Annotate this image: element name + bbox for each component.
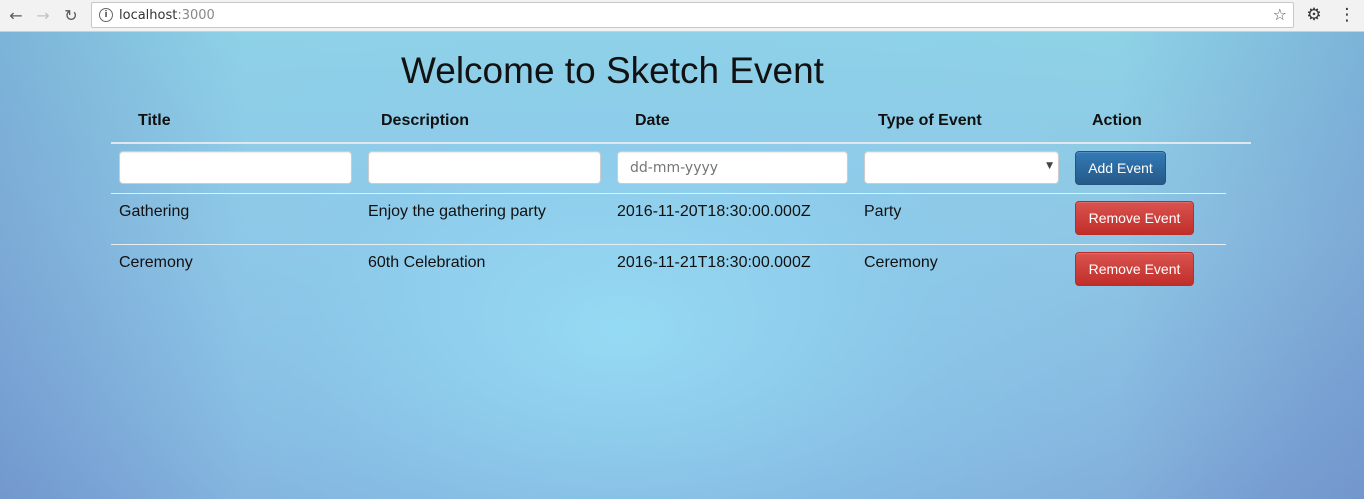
info-icon[interactable]: i — [99, 8, 113, 22]
row-description: 60th Celebration — [368, 254, 486, 271]
remove-event-button[interactable]: Remove Event — [1075, 252, 1194, 286]
bookmark-star-icon[interactable]: ☆ — [1273, 5, 1287, 24]
table-row: Ceremony 60th Celebration 2016-11-21T18:… — [111, 244, 1226, 295]
url-text: localhost:3000 — [119, 8, 215, 23]
header-title: Title — [138, 112, 171, 129]
dropdown-arrow-icon: ▼ — [1046, 161, 1053, 171]
row-date: 2016-11-20T18:30:00.000Z — [617, 203, 811, 220]
remove-event-button[interactable]: Remove Event — [1075, 201, 1194, 235]
event-type-select[interactable]: ▼ — [864, 151, 1059, 184]
url-port: :3000 — [177, 8, 215, 23]
reload-icon[interactable]: ↻ — [59, 4, 83, 26]
back-arrow-icon[interactable]: ← — [4, 4, 28, 26]
row-title: Ceremony — [119, 254, 193, 271]
address-bar[interactable]: i localhost:3000 ☆ — [91, 2, 1294, 28]
page-title: Welcome to Sketch Event — [401, 50, 824, 91]
description-input[interactable] — [368, 151, 601, 184]
table-header: Title Description Date Type of Event Act… — [111, 108, 1251, 144]
url-host: localhost — [119, 8, 178, 23]
row-date: 2016-11-21T18:30:00.000Z — [617, 254, 811, 271]
header-action: Action — [1092, 112, 1142, 129]
date-input[interactable] — [617, 151, 848, 184]
row-title: Gathering — [119, 203, 190, 220]
page-background: Welcome to Sketch Event Title Descriptio… — [0, 32, 1364, 499]
add-event-button[interactable]: Add Event — [1075, 151, 1166, 185]
title-input[interactable] — [119, 151, 352, 184]
header-date: Date — [635, 112, 670, 129]
gear-icon[interactable]: ⚙ — [1303, 4, 1325, 26]
table-row: Gathering Enjoy the gathering party 2016… — [111, 193, 1226, 245]
row-description: Enjoy the gathering party — [368, 203, 546, 220]
add-event-form: ▼ Add Event — [111, 142, 1226, 194]
header-description: Description — [381, 112, 470, 129]
browser-toolbar: ← → ↻ i localhost:3000 ☆ ⚙ ⋮ — [0, 0, 1364, 32]
menu-dots-icon[interactable]: ⋮ — [1336, 4, 1358, 26]
row-type: Ceremony — [864, 254, 938, 271]
forward-arrow-icon[interactable]: → — [31, 4, 55, 26]
row-type: Party — [864, 203, 902, 220]
header-type: Type of Event — [878, 112, 982, 129]
